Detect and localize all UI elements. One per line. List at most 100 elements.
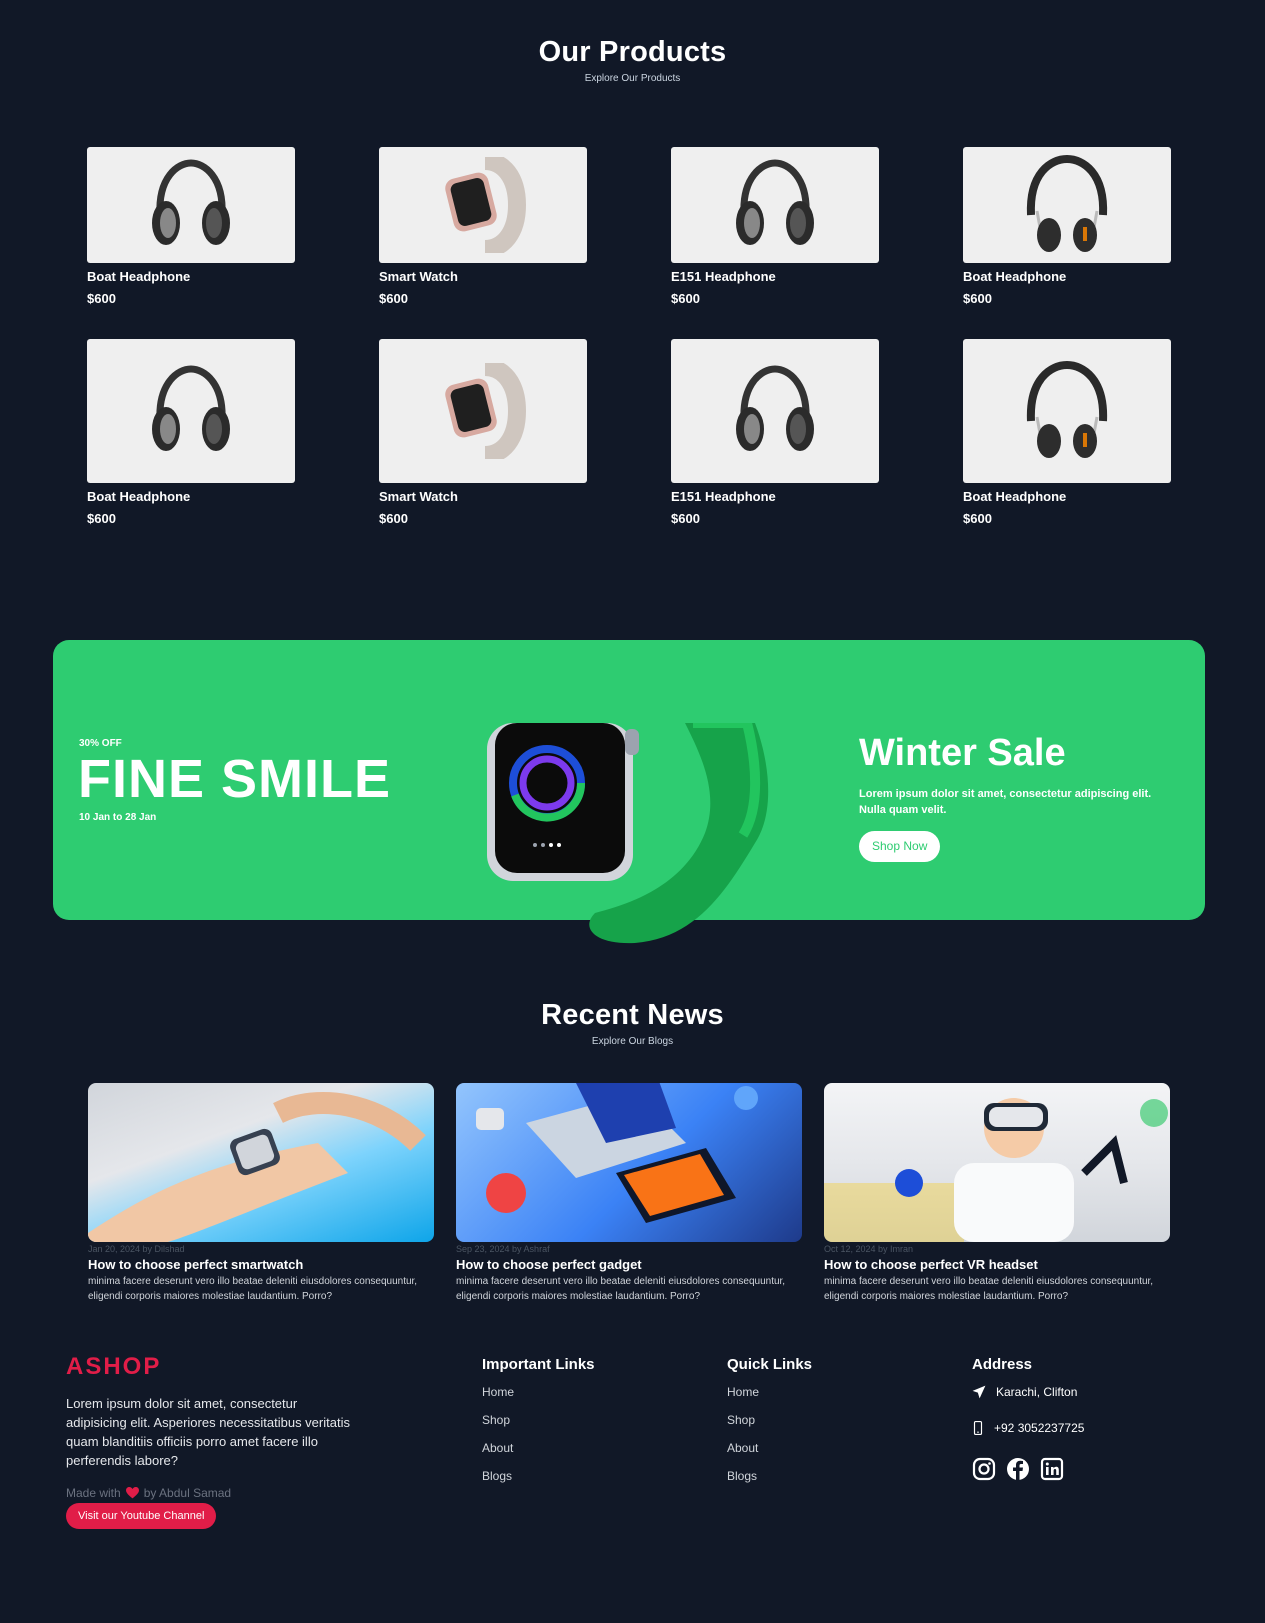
- news-title: Recent News: [541, 999, 724, 1031]
- mobile-phone-icon: [973, 1421, 983, 1435]
- product-image[interactable]: [671, 147, 879, 263]
- gadget-photo: [476, 1083, 758, 1223]
- important-link-shop[interactable]: Shop: [482, 1413, 595, 1427]
- product-price: $600: [87, 511, 116, 526]
- footer-about: Lorem ipsum dolor sit amet, consectetur …: [66, 1396, 350, 1468]
- banner-discount: 30% OFF: [79, 738, 122, 749]
- news-image-vr[interactable]: [824, 1083, 1170, 1242]
- address-location-text: Karachi, Clifton: [996, 1385, 1078, 1399]
- smartwatch-icon: [445, 363, 527, 459]
- news-image-gadget[interactable]: [456, 1083, 802, 1242]
- news-excerpt: minima facere deserunt vero illo beatae …: [456, 1276, 786, 1302]
- product-price: $600: [671, 291, 700, 306]
- made-with-prefix: Made with: [66, 1486, 121, 1500]
- quick-link-blogs[interactable]: Blogs: [727, 1469, 812, 1483]
- news-headline[interactable]: How to choose perfect gadget: [456, 1257, 802, 1272]
- products-header: Our Products Explore Our Products: [0, 36, 1265, 84]
- quick-link-shop[interactable]: Shop: [727, 1413, 812, 1427]
- product-image[interactable]: [379, 339, 587, 483]
- address-phone: +92 3052237725: [972, 1421, 1084, 1435]
- product-price: $600: [671, 511, 700, 526]
- product-price: $600: [379, 511, 408, 526]
- product-card[interactable]: Boat Headphone $600: [963, 147, 1171, 306]
- headphone-icon: [1026, 361, 1108, 458]
- made-with-credit: Made with by Abdul Samad: [66, 1486, 231, 1500]
- product-image[interactable]: [671, 339, 879, 483]
- products-subtitle: Explore Our Products: [584, 73, 681, 84]
- product-card[interactable]: Boat Headphone $600: [963, 339, 1171, 526]
- product-name: E151 Headphone: [671, 269, 776, 284]
- news-headline[interactable]: How to choose perfect VR headset: [824, 1257, 1170, 1272]
- facebook-icon[interactable]: [1006, 1457, 1030, 1481]
- product-price: $600: [379, 291, 408, 306]
- product-name: Boat Headphone: [87, 269, 191, 284]
- news-meta: Sep 23, 2024 by Ashraf: [456, 1244, 550, 1254]
- news-card[interactable]: Jan 20, 2024 by Dilshad How to choose pe…: [88, 1083, 434, 1304]
- banner-description: Lorem ipsum dolor sit amet, consectetur …: [859, 788, 1152, 816]
- news-excerpt: minima facere deserunt vero illo beatae …: [88, 1276, 418, 1302]
- headphone-icon: [152, 159, 230, 245]
- footer-logo[interactable]: ASHOP: [66, 1353, 161, 1381]
- banner-sale-title: Winter Sale: [859, 732, 1066, 774]
- product-name: Boat Headphone: [87, 489, 191, 504]
- headphone-icon: [736, 365, 814, 451]
- heart-icon: [125, 1487, 139, 1499]
- product-name: E151 Headphone: [671, 489, 776, 504]
- important-link-about[interactable]: About: [482, 1441, 595, 1455]
- news-card[interactable]: Oct 12, 2024 by Imran How to choose perf…: [824, 1083, 1170, 1304]
- product-price: $600: [963, 511, 992, 526]
- banner-title: FINE SMILE: [78, 749, 392, 809]
- news-subtitle: Explore Our Blogs: [591, 1036, 674, 1047]
- product-name: Boat Headphone: [963, 489, 1067, 504]
- news-header: Recent News Explore Our Blogs: [0, 999, 1265, 1047]
- news-card[interactable]: Sep 23, 2024 by Ashraf How to choose per…: [456, 1083, 802, 1304]
- quick-link-about[interactable]: About: [727, 1441, 812, 1455]
- product-price: $600: [87, 291, 116, 306]
- shop-now-button[interactable]: Shop Now: [859, 831, 941, 862]
- quick-links-title: Quick Links: [727, 1356, 813, 1373]
- news-meta: Oct 12, 2024 by Imran: [824, 1244, 914, 1254]
- linkedin-icon[interactable]: [1040, 1457, 1064, 1481]
- product-card[interactable]: E151 Headphone $600: [671, 339, 879, 526]
- banner-dates: 10 Jan to 28 Jan: [79, 812, 157, 823]
- products-title: Our Products: [538, 36, 727, 68]
- social-links: [972, 1457, 1084, 1481]
- news-image-smartwatch[interactable]: [88, 1083, 434, 1242]
- product-card[interactable]: Smart Watch $600: [379, 339, 587, 526]
- important-links-title: Important Links: [482, 1356, 595, 1373]
- news-excerpt: minima facere deserunt vero illo beatae …: [824, 1276, 1154, 1302]
- important-link-home[interactable]: Home: [482, 1385, 595, 1399]
- address-location: Karachi, Clifton: [972, 1385, 1084, 1399]
- important-links: Important Links Home Shop About Blogs: [482, 1356, 595, 1497]
- product-name: Smart Watch: [379, 489, 458, 504]
- winter-sale-banner: 30% OFF FINE SMILE 10 Jan to 28 Jan Wint…: [53, 640, 1205, 944]
- headphone-icon: [736, 159, 814, 245]
- product-image[interactable]: [963, 339, 1171, 483]
- footer: ASHOP Lorem ipsum dolor sit amet, consec…: [0, 1340, 1265, 1623]
- important-link-blogs[interactable]: Blogs: [482, 1469, 595, 1483]
- location-arrow-icon: [972, 1385, 986, 1399]
- youtube-channel-button[interactable]: Visit our Youtube Channel: [66, 1503, 217, 1529]
- quick-link-home[interactable]: Home: [727, 1385, 812, 1399]
- smartwatch-image: [487, 723, 769, 944]
- news-meta: Jan 20, 2024 by Dilshad: [88, 1244, 185, 1254]
- product-card[interactable]: Boat Headphone $600: [87, 339, 295, 526]
- product-card[interactable]: Boat Headphone $600: [87, 147, 295, 306]
- address-block: Address Karachi, Clifton +92 3052237725: [972, 1356, 1084, 1481]
- product-image[interactable]: [379, 147, 587, 263]
- product-image[interactable]: [963, 147, 1171, 263]
- vr-photo: [824, 1098, 1168, 1242]
- product-price: $600: [963, 291, 992, 306]
- headphone-icon: [152, 365, 230, 451]
- product-name: Smart Watch: [379, 269, 458, 284]
- product-card[interactable]: E151 Headphone $600: [671, 147, 879, 306]
- product-image[interactable]: [87, 339, 295, 483]
- smartwatch-icon: [445, 157, 527, 253]
- address-phone-text: +92 3052237725: [994, 1421, 1085, 1435]
- news-headline[interactable]: How to choose perfect smartwatch: [88, 1257, 434, 1272]
- made-with-suffix: by Abdul Samad: [143, 1486, 232, 1500]
- product-card[interactable]: Smart Watch $600: [379, 147, 587, 306]
- instagram-icon[interactable]: [972, 1457, 996, 1481]
- product-image[interactable]: [87, 147, 295, 263]
- address-title: Address: [972, 1356, 1033, 1373]
